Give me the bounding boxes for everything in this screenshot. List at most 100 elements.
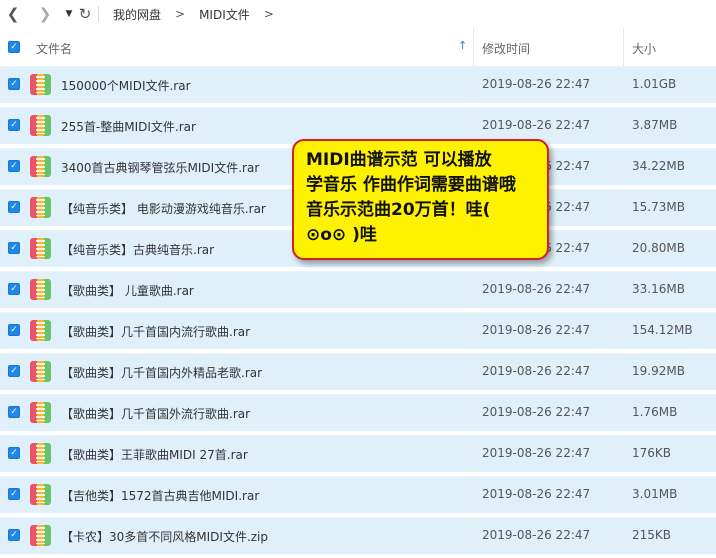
file-modified-time: 2019-08-26 22:47 bbox=[482, 77, 591, 91]
archive-file-icon bbox=[30, 115, 51, 136]
file-row[interactable]: ✓ 【歌曲类】王菲歌曲MIDI 27首.rar 2019-08-26 22:47 17… bbox=[0, 435, 716, 472]
file-row[interactable]: ✓ 【吉他类】1572首古典吉他MIDI.rar 2019-08-26 22:47 3… bbox=[0, 476, 716, 513]
row-checkbox[interactable]: ✓ bbox=[8, 119, 20, 131]
file-name[interactable]: 【歌曲类】王菲歌曲MIDI 27首.rar bbox=[61, 446, 248, 463]
file-name[interactable]: 【歌曲类】几千首国内外精品老歌.rar bbox=[61, 364, 262, 381]
refresh-icon[interactable]: ↻ bbox=[76, 0, 94, 28]
row-checkbox[interactable]: ✓ bbox=[8, 488, 20, 500]
breadcrumb-separator: > bbox=[175, 7, 186, 21]
file-size: 3.87MB bbox=[632, 118, 678, 132]
archive-file-icon bbox=[30, 74, 51, 95]
file-size: 15.73MB bbox=[632, 200, 685, 214]
file-name[interactable]: 150000个MIDI文件.rar bbox=[61, 77, 191, 94]
sort-ascending-icon[interactable]: ↑ bbox=[458, 39, 467, 52]
file-size: 154.12MB bbox=[632, 323, 693, 337]
archive-file-icon bbox=[30, 320, 51, 341]
navigation-bar: ❮ ❯ ▼ ↻ 我的网盘 > MIDI文件 > bbox=[0, 0, 716, 28]
callout-line: MIDI曲谱示范 可以播放 bbox=[306, 150, 492, 170]
column-divider bbox=[623, 190, 624, 226]
column-divider bbox=[623, 518, 624, 554]
row-checkbox[interactable]: ✓ bbox=[8, 324, 20, 336]
file-name[interactable]: 【歌曲类】几千首国内流行歌曲.rar bbox=[61, 323, 250, 340]
file-modified-time: 2019-08-26 22:47 bbox=[482, 364, 591, 378]
column-divider[interactable] bbox=[623, 28, 624, 66]
column-divider bbox=[473, 354, 474, 390]
archive-file-icon bbox=[30, 402, 51, 423]
row-checkbox[interactable]: ✓ bbox=[8, 201, 20, 213]
column-divider bbox=[473, 518, 474, 554]
row-checkbox[interactable]: ✓ bbox=[8, 447, 20, 459]
row-checkbox[interactable]: ✓ bbox=[8, 78, 20, 90]
breadcrumb-midi-folder[interactable]: MIDI文件 bbox=[199, 6, 250, 23]
file-name[interactable]: 【卡农】30多首不同风格MIDI文件.zip bbox=[61, 528, 268, 545]
file-name[interactable]: 【歌曲类】 儿童歌曲.rar bbox=[61, 282, 194, 299]
file-row[interactable]: ✓ 【卡农】30多首不同风格MIDI文件.zip 2019-08-26 22:47 2… bbox=[0, 517, 716, 554]
file-size: 34.22MB bbox=[632, 159, 685, 173]
back-arrow-icon[interactable]: ❮ bbox=[4, 0, 22, 28]
file-modified-time: 2019-08-26 22:47 bbox=[482, 487, 591, 501]
file-size: 33.16MB bbox=[632, 282, 685, 296]
file-row[interactable]: ✓ 【歌曲类】几千首国内流行歌曲.rar 2019-08-26 22:47 154.1… bbox=[0, 312, 716, 349]
column-divider bbox=[623, 67, 624, 103]
column-divider bbox=[473, 436, 474, 472]
file-row[interactable]: ✓ 【歌曲类】 儿童歌曲.rar 2019-08-26 22:47 33.16MB bbox=[0, 271, 716, 308]
row-checkbox[interactable]: ✓ bbox=[8, 242, 20, 254]
callout-line: ⊙o⊙ )哇 bbox=[306, 225, 377, 245]
column-divider bbox=[623, 395, 624, 431]
forward-arrow-icon[interactable]: ❯ bbox=[36, 0, 54, 28]
file-size: 176KB bbox=[632, 446, 672, 460]
row-checkbox[interactable]: ✓ bbox=[8, 365, 20, 377]
select-all-checkbox[interactable]: ✓ bbox=[8, 41, 20, 53]
file-name[interactable]: 【纯音乐类】 电影动漫游戏纯音乐.rar bbox=[61, 200, 266, 217]
column-header-modified-time[interactable]: 修改时间 bbox=[482, 40, 530, 57]
archive-file-icon bbox=[30, 279, 51, 300]
column-divider bbox=[473, 313, 474, 349]
column-divider bbox=[623, 108, 624, 144]
column-divider bbox=[623, 477, 624, 513]
file-modified-time: 2019-08-26 22:47 bbox=[482, 405, 591, 419]
file-row[interactable]: ✓ 【歌曲类】几千首国内外精品老歌.rar 2019-08-26 22:47 19.9… bbox=[0, 353, 716, 390]
column-divider bbox=[623, 231, 624, 267]
row-checkbox[interactable]: ✓ bbox=[8, 406, 20, 418]
file-row[interactable]: ✓ 【歌曲类】几千首国外流行歌曲.rar 2019-08-26 22:47 1.76M… bbox=[0, 394, 716, 431]
column-header-size[interactable]: 大小 bbox=[632, 40, 656, 57]
breadcrumb-my-drive[interactable]: 我的网盘 bbox=[113, 6, 161, 23]
archive-file-icon bbox=[30, 525, 51, 546]
promo-callout: MIDI曲谱示范 可以播放 学音乐 作曲作词需要曲谱哦 音乐示范曲20万首！哇(… bbox=[292, 139, 549, 260]
file-modified-time: 2019-08-26 22:47 bbox=[482, 282, 591, 296]
archive-file-icon bbox=[30, 238, 51, 259]
file-size: 1.76MB bbox=[632, 405, 678, 419]
file-modified-time: 2019-08-26 22:47 bbox=[482, 118, 591, 132]
file-name[interactable]: 【纯音乐类】古典纯音乐.rar bbox=[61, 241, 214, 258]
file-size: 3.01MB bbox=[632, 487, 678, 501]
breadcrumb-separator: > bbox=[263, 7, 274, 21]
file-size: 19.92MB bbox=[632, 364, 685, 378]
column-divider bbox=[473, 477, 474, 513]
divider bbox=[98, 6, 99, 22]
file-row[interactable]: ✓ 150000个MIDI文件.rar 2019-08-26 22:47 1.01GB bbox=[0, 66, 716, 103]
column-divider[interactable] bbox=[473, 28, 474, 66]
file-name[interactable]: 【吉他类】1572首古典吉他MIDI.rar bbox=[61, 487, 259, 504]
column-divider bbox=[473, 67, 474, 103]
row-checkbox[interactable]: ✓ bbox=[8, 160, 20, 172]
callout-line: 音乐示范曲20万首！哇( bbox=[306, 200, 491, 220]
archive-file-icon bbox=[30, 484, 51, 505]
file-name[interactable]: 【歌曲类】几千首国外流行歌曲.rar bbox=[61, 405, 250, 422]
row-checkbox[interactable]: ✓ bbox=[8, 529, 20, 541]
column-divider bbox=[473, 272, 474, 308]
file-modified-time: 2019-08-26 22:47 bbox=[482, 323, 591, 337]
file-size: 20.80MB bbox=[632, 241, 685, 255]
callout-line: 学音乐 作曲作词需要曲谱哦 bbox=[306, 175, 516, 195]
row-checkbox[interactable]: ✓ bbox=[8, 283, 20, 295]
archive-file-icon bbox=[30, 361, 51, 382]
column-divider bbox=[623, 436, 624, 472]
column-divider bbox=[623, 313, 624, 349]
caret-down-icon[interactable]: ▼ bbox=[64, 0, 74, 28]
column-header-name[interactable]: 文件名 bbox=[36, 40, 72, 57]
file-modified-time: 2019-08-26 22:47 bbox=[482, 528, 591, 542]
column-divider bbox=[623, 354, 624, 390]
file-name[interactable]: 3400首古典钢琴管弦乐MIDI文件.rar bbox=[61, 159, 259, 176]
file-name[interactable]: 255首-整曲MIDI文件.rar bbox=[61, 118, 196, 135]
file-size: 1.01GB bbox=[632, 77, 677, 91]
file-list-header: ✓ 文件名 ↑ 修改时间 大小 bbox=[0, 28, 716, 67]
